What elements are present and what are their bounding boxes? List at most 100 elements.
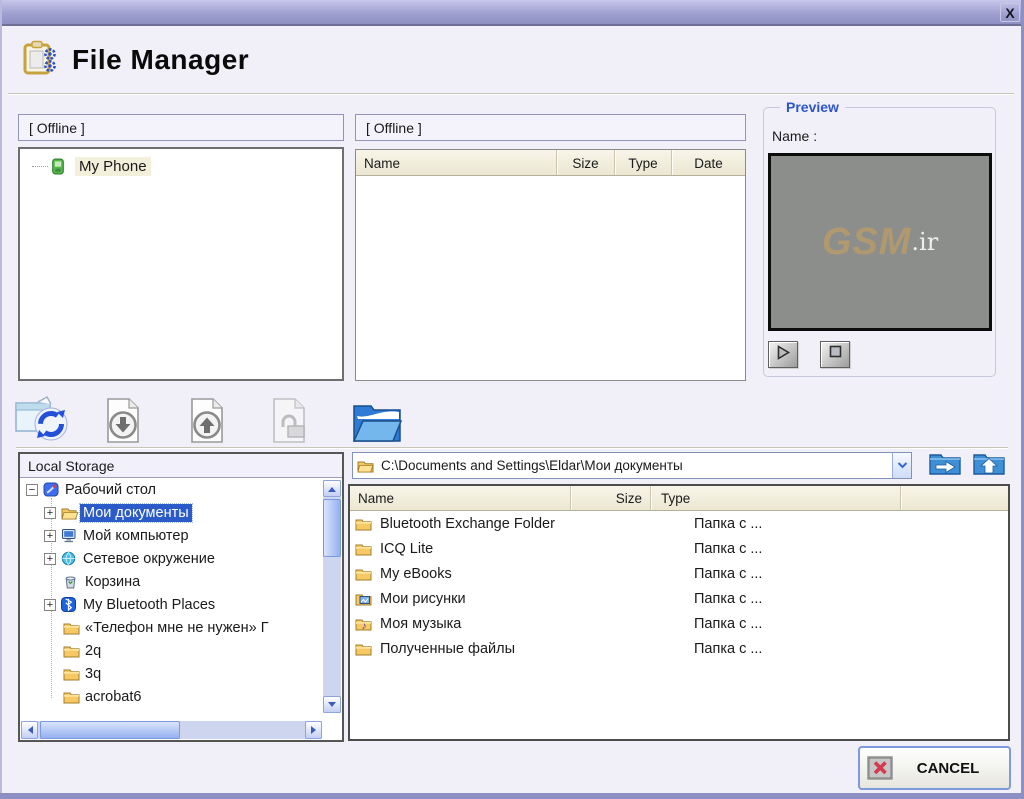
path-value[interactable]: C:\Documents and Settings\Eldar\Мои доку… xyxy=(381,458,892,473)
tree-item-label: «Телефон мне не нужен» Г xyxy=(82,619,272,637)
file-row[interactable]: My eBooksПапка с ... xyxy=(350,561,1008,586)
watermark-text: GSM xyxy=(822,221,912,264)
file-name: Полученные файлы xyxy=(380,641,515,657)
open-folder-button[interactable] xyxy=(352,399,402,448)
scroll-up-icon[interactable] xyxy=(323,480,341,497)
up-directory-button[interactable] xyxy=(970,451,1008,480)
tree-item[interactable]: 3q xyxy=(20,662,342,685)
file-name: Bluetooth Exchange Folder xyxy=(380,516,555,532)
play-icon xyxy=(775,345,791,365)
column-header-type[interactable]: Type xyxy=(614,150,671,175)
tree-item-label: My Bluetooth Places xyxy=(80,596,218,614)
column-header-name[interactable]: Name xyxy=(350,491,570,506)
toolbar-divider xyxy=(16,447,1008,448)
folder-icon xyxy=(63,690,82,704)
stop-button[interactable] xyxy=(820,341,850,368)
file-row[interactable]: Bluetooth Exchange Folder Папка с ... xyxy=(350,511,1008,536)
tree-item-label: Мои документы xyxy=(80,504,192,522)
page-title: File Manager xyxy=(72,44,249,76)
folder-icon xyxy=(63,667,82,681)
locked-file-button[interactable] xyxy=(266,397,312,449)
file-name: ICQ Lite xyxy=(380,541,433,557)
folder-go-icon xyxy=(928,450,962,481)
tree-item[interactable]: 2q xyxy=(20,639,342,662)
file-type: Папка с ... xyxy=(694,516,1008,532)
download-button[interactable] xyxy=(100,397,146,449)
local-files-panel: Name Size Type Bluetooth Exchange Folder… xyxy=(348,484,1010,741)
window-edge-bottom xyxy=(0,793,1024,799)
file-row[interactable]: Мои рисункиПапка с ... xyxy=(350,586,1008,611)
play-button[interactable] xyxy=(768,341,798,368)
local-storage-tree: −Рабочий стол + Мои документы +Мой компьюте… xyxy=(20,478,342,740)
file-type: Папка с ... xyxy=(694,641,1008,657)
folder-icon xyxy=(355,567,374,581)
tree-expander-icon[interactable]: + xyxy=(44,507,56,519)
folder-up-icon xyxy=(972,450,1006,481)
cancel-button[interactable]: CANCEL xyxy=(858,746,1011,790)
scrollbar-thumb[interactable] xyxy=(40,721,180,739)
column-header-size[interactable]: Size xyxy=(556,150,614,175)
file-manager-icon xyxy=(22,40,62,83)
tree-item[interactable]: + Мои документы xyxy=(20,501,342,524)
folder-music-icon: ♪ xyxy=(355,617,374,631)
folder-icon xyxy=(355,642,374,656)
tree-item[interactable]: + Сетевое окружение xyxy=(20,547,342,570)
phone-tree-panel[interactable]: My Phone xyxy=(18,147,344,381)
stop-icon xyxy=(828,345,843,364)
scroll-down-icon[interactable] xyxy=(323,696,341,713)
phone-icon xyxy=(51,158,70,175)
tree-item[interactable]: −Рабочий стол xyxy=(20,478,342,501)
tree-item[interactable]: + My Bluetooth Places xyxy=(20,593,342,616)
header-divider xyxy=(8,93,1014,94)
file-name: Моя музыка xyxy=(380,616,461,632)
file-row[interactable]: ♪Моя музыкаПапка с ... xyxy=(350,611,1008,636)
close-icon[interactable]: X xyxy=(1000,3,1020,22)
path-combobox[interactable]: C:\Documents and Settings\Eldar\Мои доку… xyxy=(352,452,912,479)
tree-item-my-phone[interactable]: My Phone xyxy=(32,157,151,176)
vertical-scrollbar[interactable] xyxy=(323,480,341,713)
column-header-name[interactable]: Name xyxy=(356,155,556,171)
tree-item-label: Сетевое окружение xyxy=(80,550,218,568)
go-to-folder-button[interactable] xyxy=(926,451,964,480)
horizontal-scrollbar[interactable] xyxy=(21,721,322,739)
remote-status-box: [ Offline ] xyxy=(355,114,746,141)
tree-expander-icon[interactable]: + xyxy=(44,530,56,542)
folder-icon xyxy=(355,517,374,531)
svg-text:♪: ♪ xyxy=(362,621,367,631)
column-header-date[interactable]: Date xyxy=(671,150,745,175)
tree-connector xyxy=(32,166,48,167)
file-type: Папка с ... xyxy=(694,541,1008,557)
file-manager-window: X File Manager [ Offline ] [ Offline ] xyxy=(0,0,1024,799)
file-row[interactable]: Полученные файлы Папка с ... xyxy=(350,636,1008,661)
tree-expander-icon[interactable]: + xyxy=(44,553,56,565)
upload-button[interactable] xyxy=(184,397,230,449)
download-icon xyxy=(100,431,146,448)
tree-expander-icon[interactable]: − xyxy=(26,484,38,496)
computer-icon xyxy=(61,528,80,543)
folder-icon xyxy=(355,542,374,556)
tree-item[interactable]: Корзина xyxy=(20,570,342,593)
column-header-type[interactable]: Type xyxy=(650,486,900,510)
column-header-size[interactable]: Size xyxy=(570,486,650,510)
sync-button[interactable] xyxy=(14,394,72,449)
bluetooth-icon xyxy=(61,597,80,612)
scrollbar-thumb[interactable] xyxy=(323,499,341,557)
tree-expander-icon[interactable]: + xyxy=(44,599,56,611)
chevron-down-icon[interactable] xyxy=(892,453,911,478)
tree-item[interactable]: +Мой компьютер xyxy=(20,524,342,547)
folder-icon xyxy=(357,459,374,473)
titlebar[interactable]: X xyxy=(0,0,1024,26)
tree-item-label: 3q xyxy=(82,665,104,683)
cancel-label: CANCEL xyxy=(893,760,1009,777)
scroll-right-icon[interactable] xyxy=(305,721,322,739)
tree-item[interactable]: «Телефон мне не нужен» Г xyxy=(20,616,342,639)
preview-legend: Preview xyxy=(780,99,845,115)
file-name: Мои рисунки xyxy=(380,591,466,607)
column-header-blank xyxy=(900,486,1008,510)
local-storage-panel: Local Storage −Рабочий стол+Мои документ… xyxy=(18,452,344,742)
tree-item-label: Корзина xyxy=(82,573,143,591)
scroll-left-icon[interactable] xyxy=(21,721,38,739)
file-row[interactable]: ICQ Lite Папка с ... xyxy=(350,536,1008,561)
tree-item[interactable]: acrobat6 xyxy=(20,685,342,708)
remote-files-panel: Name Size Type Date xyxy=(355,149,746,381)
